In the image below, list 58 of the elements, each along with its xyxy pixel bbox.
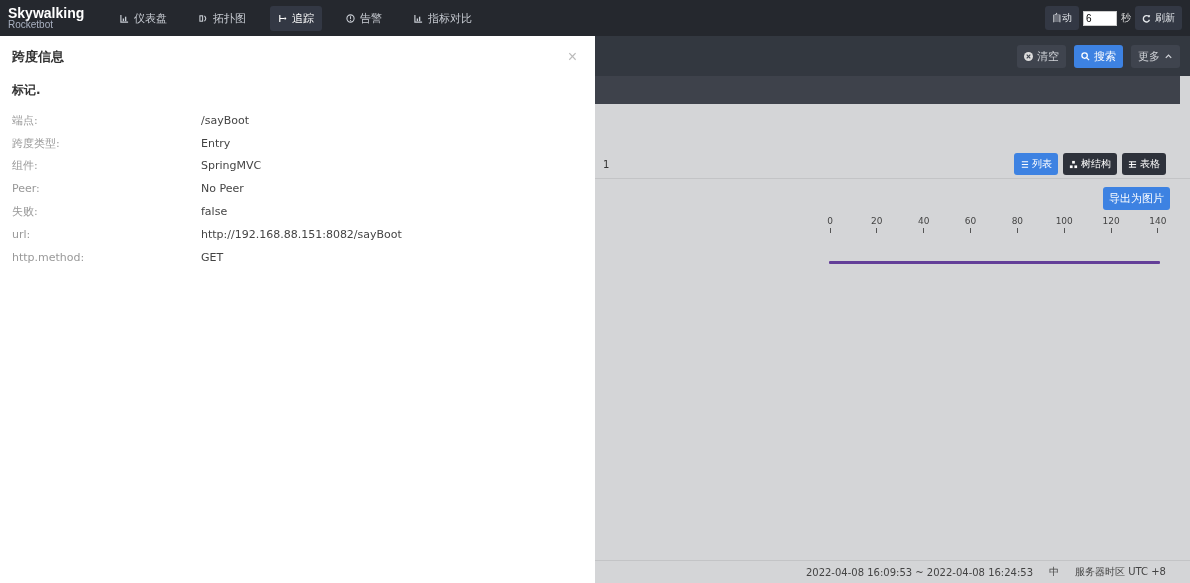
axis-tick-label: 140 (1149, 216, 1167, 226)
language-toggle[interactable]: 中 (1049, 565, 1060, 579)
topology-icon (199, 13, 209, 23)
field-value: GET (201, 250, 225, 264)
field-value: false (201, 205, 229, 219)
search-button[interactable]: 搜索 (1074, 44, 1123, 68)
axis-tick-label: 20 (871, 216, 883, 226)
field-value: http://192.168.88.151:8082/sayBoot (201, 227, 403, 241)
auto-refresh-button[interactable]: 自动 (1045, 6, 1079, 30)
view-tab[interactable]: 列表 (1014, 153, 1058, 175)
timezone-label: 服务器时区 UTC +8 (1075, 565, 1166, 579)
field-value: Entry (201, 136, 232, 150)
nav-tab[interactable]: 拓扑图 (191, 5, 255, 31)
tree-icon (1069, 159, 1078, 169)
field-label: 跨度类型: (12, 135, 61, 151)
field-label: http.method: (12, 250, 86, 264)
time-range: 2022-04-08 16:09:53 ~ 2022-04-08 16:24:53 (805, 566, 1034, 578)
interval-input[interactable]: 6 (1083, 10, 1117, 26)
clear-icon (1024, 51, 1033, 61)
view-tab[interactable]: 表格 (1122, 153, 1166, 175)
caret-icon (1164, 51, 1173, 61)
search-icon (1081, 51, 1090, 61)
nav-tab[interactable]: 告警 (338, 5, 391, 31)
axis-tick-label: 80 (1011, 216, 1024, 226)
brand-name: Skywalking (8, 6, 85, 20)
field-label: url: (12, 227, 32, 241)
trace-icon (278, 13, 288, 23)
bar-chart-icon (414, 13, 424, 23)
field-value: /sayBoot (201, 113, 250, 127)
field-label: 端点: (12, 112, 39, 128)
axis-tick-label: 100 (1055, 216, 1073, 226)
axis-tick-label: 0 (827, 216, 833, 226)
field-label: 失败: (12, 204, 39, 220)
unit-label: 秒 (1121, 11, 1131, 25)
view-tab[interactable]: 树结构 (1063, 153, 1117, 175)
trace-count: 1 (603, 158, 610, 170)
field-value: SpringMVC (201, 159, 263, 173)
refresh-icon (1142, 13, 1151, 23)
export-image-button[interactable]: 导出为图片 (1103, 187, 1170, 210)
refresh-button[interactable]: 刷新 (1135, 6, 1182, 30)
list-icon (1020, 159, 1029, 169)
field-label: Peer: (12, 182, 41, 196)
axis-tick-label: 60 (964, 216, 977, 226)
drawer-title: 跨度信息 (12, 48, 64, 66)
bar-chart-icon (120, 13, 130, 23)
clear-button[interactable]: 清空 (1017, 44, 1066, 68)
nav-tab[interactable]: 指标对比 (406, 5, 481, 31)
alert-icon (346, 13, 356, 23)
more-button[interactable]: 更多 (1131, 44, 1180, 68)
table-icon (1128, 159, 1137, 169)
field-label: 组件: (12, 158, 39, 174)
section-title: 标记. (12, 82, 42, 99)
axis-tick-label: 40 (917, 216, 930, 226)
nav-tab[interactable]: 追踪 (270, 5, 323, 31)
brand-subtitle: Rocketbot (8, 20, 54, 30)
nav-tab[interactable]: 仪表盘 (112, 5, 176, 31)
field-value: No Peer (201, 182, 245, 196)
axis-tick-label: 120 (1102, 216, 1120, 226)
